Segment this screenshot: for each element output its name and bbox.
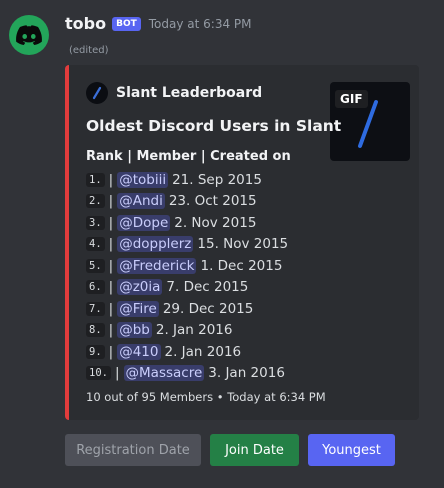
list-item: 1. | @tobiii 21. Sep 2015 [86,169,288,191]
rank-code: 2. [86,194,105,209]
list-item: 9. | @410 2. Jan 2016 [86,341,288,363]
rank-code: 9. [86,344,105,359]
list-item: 5. | @Frederick 1. Dec 2015 [86,255,288,277]
rank-code: 7. [86,301,105,316]
embed-author: Slant Leaderboard [86,82,262,104]
message-timestamp[interactable]: Today at 6:34 PM [149,17,252,31]
created-date: 2. Jan 2016 [155,322,233,339]
join-date-button[interactable]: Join Date [210,434,299,466]
member-mention[interactable]: @Fire [117,300,159,317]
list-item: 6. | @z0ia 7. Dec 2015 [86,277,288,299]
rank-code: 1. [86,172,105,187]
created-date: 21. Sep 2015 [172,171,262,188]
rank-code: 4. [86,237,105,252]
created-date: 29. Dec 2015 [162,300,254,317]
discord-logo-icon [16,25,42,45]
list-item: 8. | @bb 2. Jan 2016 [86,320,288,342]
created-date: 2. Nov 2015 [174,214,257,231]
created-date: 3. Jan 2016 [208,365,285,382]
list-item: 4. | @dopplerz 15. Nov 2015 [86,234,288,256]
list-item: 7. | @Fire 29. Dec 2015 [86,298,288,320]
embed-title: Oldest Discord Users in Slant [86,117,342,135]
leaderboard-list: 1. | @tobiii 21. Sep 2015 2. | @Andi 23. Oct 2… [86,169,288,384]
member-mention[interactable]: @Dope [117,214,171,231]
embed-footer: 10 out of 95 Members • Today at 6:34 PM [86,390,326,404]
rank-code: 8. [86,323,105,338]
list-item: 2. | @Andi 23. Oct 2015 [86,191,288,213]
rank-code: 6. [86,280,105,295]
created-date: 7. Dec 2015 [166,279,249,296]
gif-badge: GIF [335,90,368,108]
embed-author-name: Slant Leaderboard [116,85,263,101]
member-mention[interactable]: @z0ia [117,279,163,296]
rank-code: 10. [86,366,111,381]
member-mention[interactable]: @Frederick [117,257,197,274]
created-date: 15. Nov 2015 [197,236,289,253]
list-item: 10. | @Massacre 3. Jan 2016 [86,363,288,385]
message-header: tobo BOT Today at 6:34 PM [65,14,252,33]
rank-code: 3. [86,215,105,230]
member-mention[interactable]: @Andi [117,193,165,210]
avatar[interactable] [9,15,49,55]
embed-subtitle: Rank | Member | Created on [86,149,291,164]
edited-label: (edited) [69,45,109,56]
member-mention[interactable]: @Massacre [123,365,205,382]
list-item: 3. | @Dope 2. Nov 2015 [86,212,288,234]
slant-logo-icon [86,82,108,104]
member-mention[interactable]: @tobiii [117,171,169,188]
bot-tag: BOT [112,16,141,31]
username[interactable]: tobo [65,14,106,33]
member-mention[interactable]: @dopplerz [117,236,194,253]
created-date: 1. Dec 2015 [200,257,283,274]
member-mention[interactable]: @410 [117,343,161,360]
created-date: 23. Oct 2015 [168,193,257,210]
member-mention[interactable]: @bb [117,322,152,339]
embed-thumbnail[interactable]: GIF [330,82,410,161]
registration-date-button[interactable]: Registration Date [65,434,201,466]
rank-code: 5. [86,258,105,273]
button-row: Registration Date Join Date Youngest [65,434,404,466]
youngest-button[interactable]: Youngest [308,434,395,466]
leaderboard-embed: Slant Leaderboard GIF Oldest Discord Use… [65,65,419,420]
created-date: 2. Jan 2016 [164,343,242,360]
